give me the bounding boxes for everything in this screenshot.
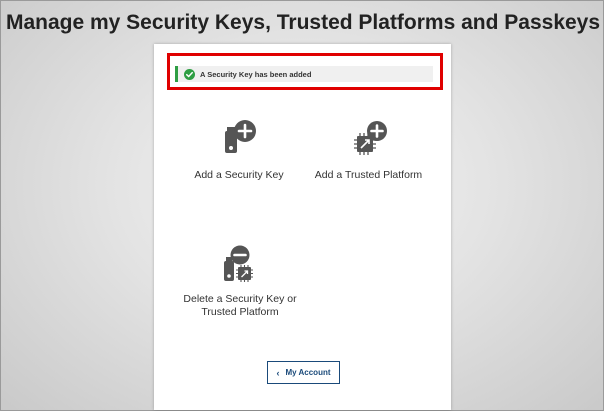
my-account-button[interactable]: ‹ My Account <box>267 361 340 384</box>
check-circle-icon <box>184 68 195 80</box>
main-card <box>154 44 451 410</box>
my-account-label: My Account <box>285 368 331 377</box>
add-trusted-platform-icon <box>353 121 387 155</box>
tile-add-security-key-label: Add a Security Key <box>194 169 284 181</box>
tile-delete-label-line2: Trusted Platform <box>201 306 279 318</box>
tile-add-security-key[interactable]: Add a Security Key <box>179 119 299 182</box>
tile-delete-label-line1: Delete a Security Key or <box>183 293 297 305</box>
tile-delete-label: Delete a Security Key or Trusted Platfor… <box>171 293 309 319</box>
alert-message: A Security Key has been added <box>200 69 312 79</box>
tile-delete-key-platform[interactable]: Delete a Security Key or Trusted Platfor… <box>171 245 309 319</box>
tile-add-trusted-platform-label: Add a Trusted Platform <box>314 169 423 181</box>
chevron-left-icon: ‹ <box>276 367 280 378</box>
add-security-key-icon <box>225 120 256 153</box>
page-title: Manage my Security Keys, Trusted Platfor… <box>5 11 601 34</box>
tile-add-trusted-platform[interactable]: Add a Trusted Platform <box>306 119 431 182</box>
delete-key-platform-icon <box>224 245 253 282</box>
success-alert: A Security Key has been added <box>175 66 433 82</box>
